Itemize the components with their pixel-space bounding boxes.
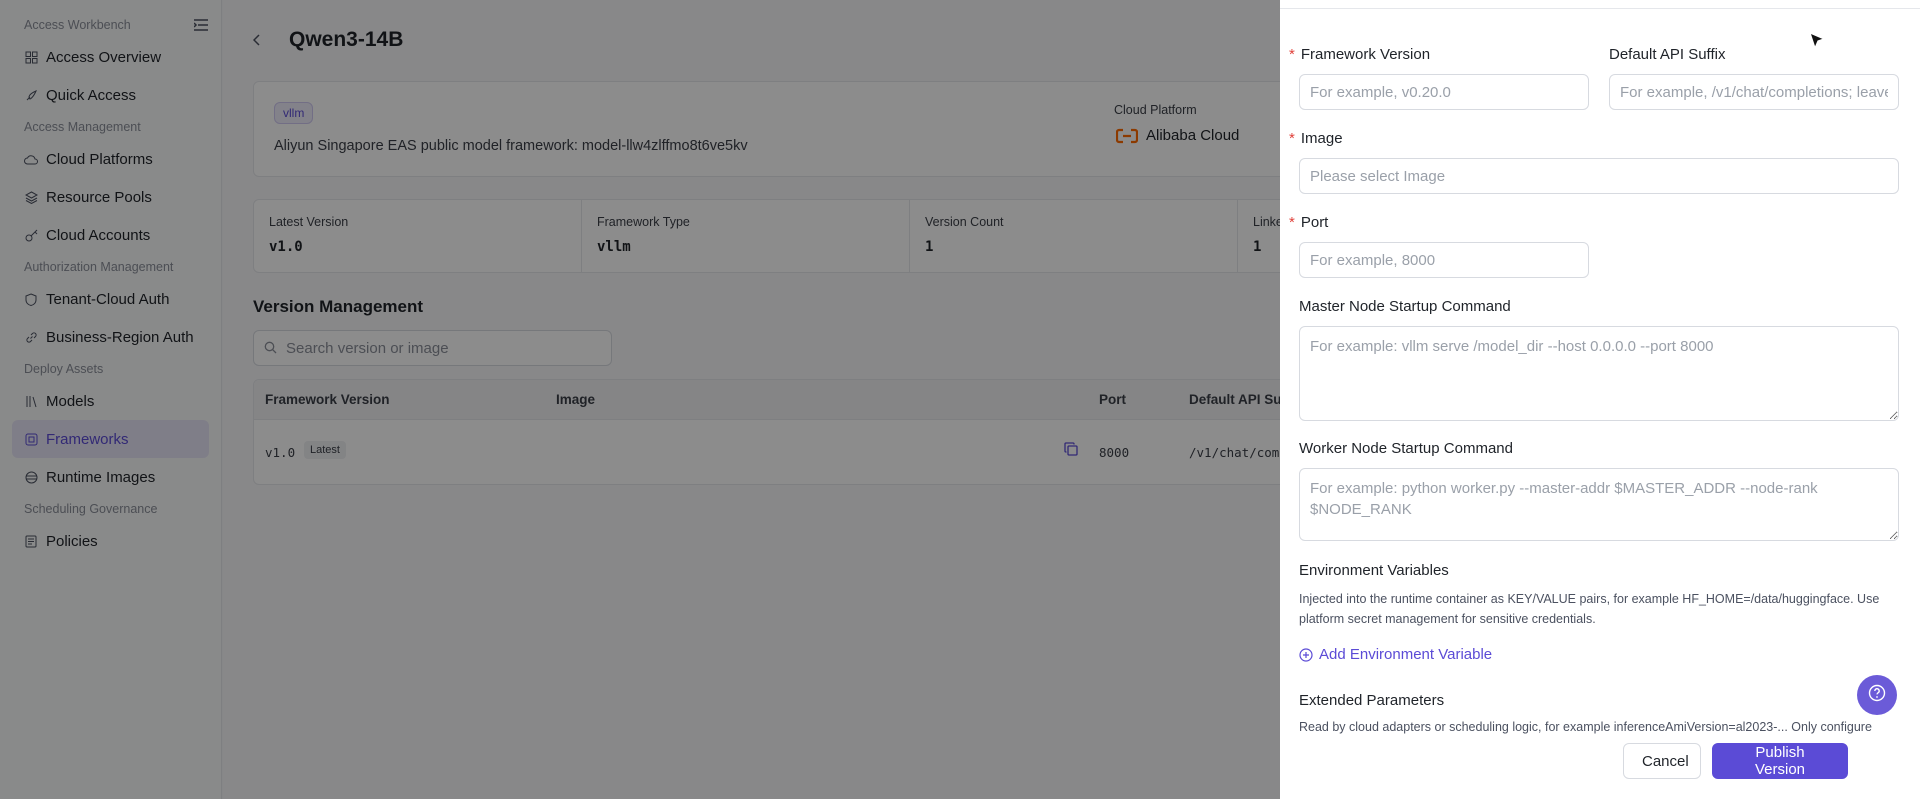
extended-params-help: Read by cloud adapters or scheduling log…	[1299, 720, 1872, 734]
worker-command-label: Worker Node Startup Command	[1299, 440, 1513, 457]
port-label: * Port	[1289, 214, 1329, 231]
cancel-button[interactable]: Cancel	[1623, 743, 1701, 779]
add-env-var-button[interactable]: Add Environment Variable	[1299, 646, 1492, 663]
port-input[interactable]	[1299, 242, 1589, 278]
publish-version-button[interactable]: Publish Version	[1712, 743, 1848, 779]
framework-version-input[interactable]	[1299, 74, 1589, 110]
env-vars-help: Injected into the runtime container as K…	[1299, 592, 1880, 626]
default-api-suffix-input[interactable]	[1609, 74, 1899, 110]
help-button[interactable]	[1857, 675, 1897, 715]
modal-overlay[interactable]	[0, 0, 1280, 799]
env-vars-label: Environment Variables	[1299, 562, 1449, 579]
add-env-var-label: Add Environment Variable	[1319, 646, 1493, 663]
question-icon	[1868, 684, 1886, 707]
required-marker: *	[1289, 46, 1295, 63]
plus-circle-icon	[1299, 647, 1313, 662]
publish-version-drawer: *Framework Version Default API Suffix *I…	[1280, 0, 1920, 799]
master-command-textarea[interactable]	[1299, 326, 1899, 421]
mouse-cursor-icon	[1808, 31, 1826, 51]
required-marker: *	[1289, 214, 1295, 231]
image-label: * Image	[1289, 130, 1343, 147]
required-marker: *	[1289, 130, 1295, 147]
drawer-divider	[1280, 8, 1920, 9]
default-api-suffix-label: Default API Suffix	[1609, 46, 1726, 63]
worker-command-textarea[interactable]	[1299, 468, 1899, 541]
image-select[interactable]	[1299, 158, 1899, 194]
framework-version-label: * Framework Version	[1289, 46, 1431, 63]
extended-params-label: Extended Parameters	[1299, 692, 1445, 709]
master-command-label: Master Node Startup Command	[1299, 298, 1511, 315]
